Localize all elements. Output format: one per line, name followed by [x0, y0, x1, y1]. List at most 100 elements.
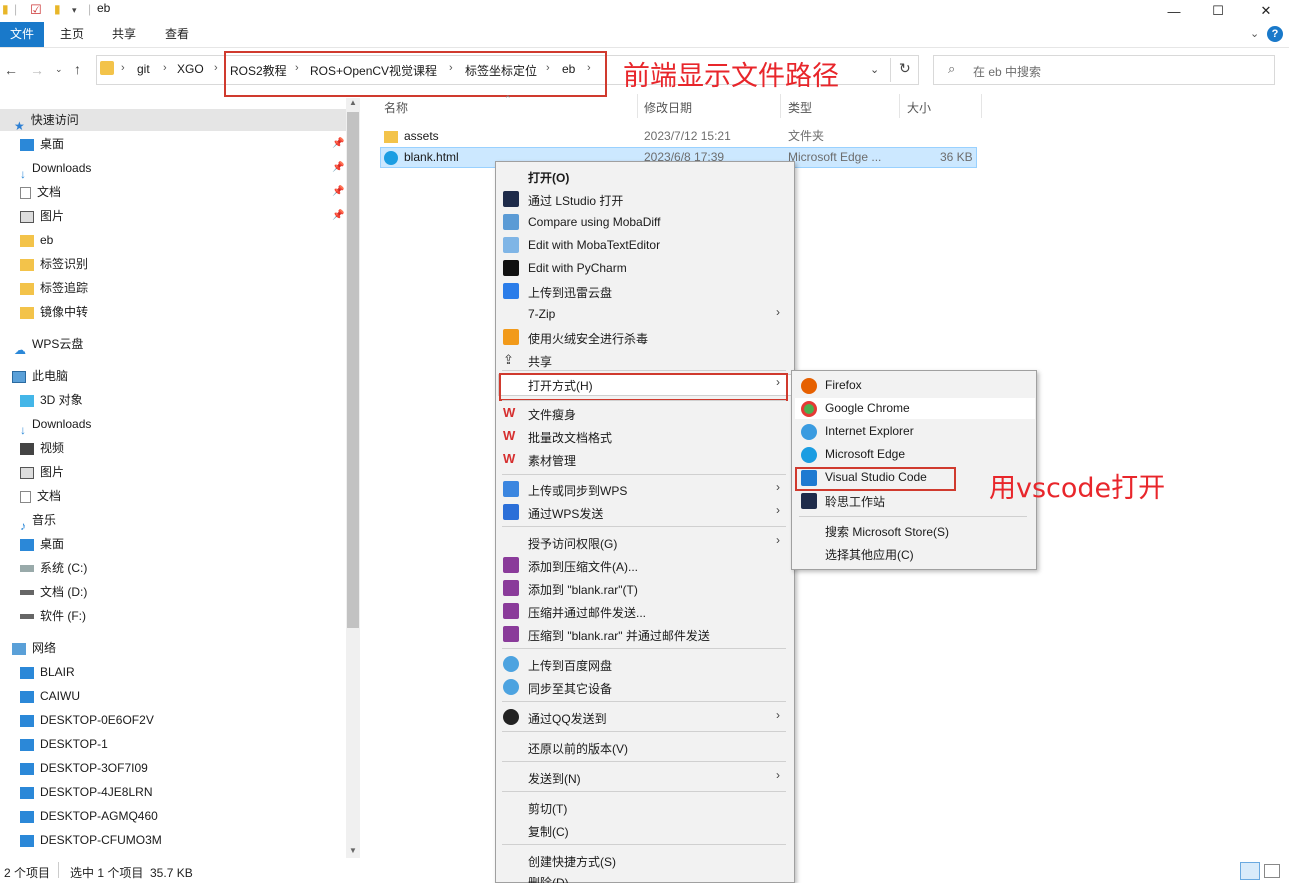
column-size[interactable]: 大小 — [907, 99, 931, 116]
menu-compress-email[interactable]: 压缩并通过邮件发送... — [528, 604, 646, 621]
ribbon-expand-icon[interactable]: ⌄ — [1250, 27, 1259, 40]
nav-item-pictures[interactable]: 图片 — [20, 205, 64, 227]
minimize-button[interactable]: — — [1151, 0, 1197, 22]
nav-this-pc[interactable]: 此电脑 — [12, 365, 68, 387]
nav-item-label-tracking[interactable]: 标签追踪 — [20, 277, 88, 299]
crumb-separator[interactable]: › — [214, 62, 218, 74]
scroll-down-icon[interactable]: ▼ — [349, 846, 357, 855]
crumb-git[interactable]: git — [137, 62, 150, 76]
pin-icon[interactable]: 📌 — [332, 162, 344, 173]
menu-wps-send[interactable]: 通过WPS发送 — [528, 505, 603, 522]
submenu-ie[interactable]: Internet Explorer — [825, 424, 914, 438]
menu-qq-send[interactable]: 通过QQ发送到 — [528, 710, 607, 727]
file-row[interactable]: assets — [384, 126, 439, 146]
menu-sync-devices[interactable]: 同步至其它设备 — [528, 680, 612, 697]
nav-item-label-recognition[interactable]: 标签识别 — [20, 253, 88, 275]
tab-share[interactable]: 共享 — [104, 22, 144, 47]
column-divider[interactable] — [780, 94, 781, 118]
new-folder-icon[interactable]: ▮ — [54, 2, 61, 16]
close-button[interactable]: ✕ — [1243, 0, 1289, 22]
menu-huorong-scan[interactable]: 使用火绒安全进行杀毒 — [528, 330, 648, 347]
menu-compress-rar-email[interactable]: 压缩到 "blank.rar" 并通过邮件发送 — [528, 627, 710, 644]
nav-quick-access[interactable]: ★ 快速访问 — [0, 109, 346, 133]
back-icon[interactable]: ← — [4, 62, 18, 78]
menu-cut[interactable]: 剪切(T) — [528, 800, 567, 817]
maximize-button[interactable]: ☐ — [1195, 0, 1241, 22]
crumb-xgo[interactable]: XGO — [177, 62, 204, 76]
menu-asset-manage[interactable]: 素材管理 — [528, 452, 576, 469]
column-divider[interactable] — [637, 94, 638, 118]
nav-item-pc-downloads[interactable]: ↓ Downloads — [20, 413, 91, 437]
menu-send-to[interactable]: 发送到(N) — [528, 770, 581, 787]
forward-icon[interactable]: → — [30, 62, 44, 78]
nav-item-mirror-relay[interactable]: 镜像中转 — [20, 301, 88, 323]
nav-item-documents[interactable]: 文档 — [20, 181, 61, 203]
nav-item-eb[interactable]: eb — [20, 229, 53, 251]
column-type[interactable]: 类型 — [788, 99, 812, 116]
menu-slim-file[interactable]: 文件瘦身 — [528, 406, 576, 423]
menu-pycharm[interactable]: Edit with PyCharm — [528, 261, 627, 275]
address-dropdown-icon[interactable]: ⌄ — [870, 63, 879, 76]
menu-add-blank-rar[interactable]: 添加到 "blank.rar"(T) — [528, 581, 638, 598]
nav-item-host[interactable]: BLAIR — [20, 661, 75, 683]
pin-icon[interactable]: 📌 — [332, 210, 344, 221]
properties-icon[interactable]: ☑ — [30, 2, 42, 18]
nav-item-music[interactable]: ♪ 音乐 — [20, 509, 56, 533]
menu-share[interactable]: 共享 — [528, 353, 552, 370]
menu-mobatexteditor[interactable]: Edit with MobaTextEditor — [528, 238, 660, 252]
submenu-choose-app[interactable]: 选择其他应用(C) — [825, 546, 914, 563]
column-divider[interactable] — [899, 94, 900, 118]
menu-baidu-upload[interactable]: 上传到百度网盘 — [528, 657, 612, 674]
scroll-up-icon[interactable]: ▲ — [349, 98, 357, 107]
up-icon[interactable]: ↑ — [74, 61, 81, 77]
crumb-separator[interactable]: › — [121, 62, 125, 74]
column-date[interactable]: 修改日期 — [644, 99, 692, 116]
nav-item-videos[interactable]: 视频 — [20, 437, 64, 459]
menu-open[interactable]: 打开(O) — [528, 169, 569, 186]
menu-grant-access[interactable]: 授予访问权限(G) — [528, 535, 617, 552]
nav-item-host[interactable]: DESKTOP-3OF7I09 — [20, 757, 148, 779]
refresh-icon[interactable]: ↻ — [899, 60, 911, 77]
nav-item-downloads[interactable]: ↓ Downloads — [20, 157, 91, 181]
recent-dropdown-icon[interactable]: ⌄ — [55, 64, 63, 75]
pin-icon[interactable]: 📌 — [332, 138, 344, 149]
nav-item-desktop[interactable]: 桌面 — [20, 133, 64, 155]
submenu-chrome[interactable]: Google Chrome — [825, 401, 910, 415]
nav-item-pc-documents[interactable]: 文档 — [20, 485, 61, 507]
help-icon[interactable]: ? — [1267, 26, 1283, 42]
nav-item-drive-d[interactable]: 文档 (D:) — [20, 581, 87, 603]
submenu-firefox[interactable]: Firefox — [825, 378, 862, 392]
nav-item-pc-desktop[interactable]: 桌面 — [20, 533, 64, 555]
pin-icon[interactable]: 📌 — [332, 186, 344, 197]
nav-wps-cloud[interactable]: ☁ WPS云盘 — [14, 333, 83, 357]
search-placeholder[interactable]: 在 eb 中搜索 — [973, 63, 1041, 80]
menu-copy[interactable]: 复制(C) — [528, 823, 569, 840]
quick-access-dropdown-icon[interactable]: ▾ — [72, 5, 77, 16]
column-name[interactable]: 名称 — [384, 99, 408, 116]
nav-item-host[interactable]: DESKTOP-AGMQ460 — [20, 805, 158, 827]
nav-item-drive-c[interactable]: 系统 (C:) — [20, 557, 87, 579]
nav-item-host[interactable]: DESKTOP-0E6OF2V — [20, 709, 154, 731]
large-icons-view-icon[interactable] — [1264, 864, 1280, 878]
menu-batch-convert[interactable]: 批量改文档格式 — [528, 429, 612, 446]
nav-item-host[interactable]: DESKTOP-1 — [20, 733, 108, 755]
submenu-edge[interactable]: Microsoft Edge — [825, 447, 905, 461]
tab-file[interactable]: 文件 — [0, 22, 44, 47]
nav-item-host[interactable]: DESKTOP-4JE8LRN — [20, 781, 152, 803]
crumb-separator[interactable]: › — [163, 62, 167, 74]
details-view-icon[interactable] — [1240, 862, 1260, 880]
submenu-lstudio[interactable]: 聆思工作站 — [825, 493, 885, 510]
nav-item-drive-f[interactable]: 软件 (F:) — [20, 605, 86, 627]
menu-7zip[interactable]: 7-Zip — [528, 307, 555, 321]
nav-item-host[interactable]: CAIWU — [20, 685, 80, 707]
tab-view[interactable]: 查看 — [157, 22, 197, 47]
menu-restore-versions[interactable]: 还原以前的版本(V) — [528, 740, 628, 757]
file-row[interactable]: blank.html — [384, 147, 459, 167]
nav-item-pc-pictures[interactable]: 图片 — [20, 461, 64, 483]
submenu-store-search[interactable]: 搜索 Microsoft Store(S) — [825, 523, 949, 540]
menu-xunlei-upload[interactable]: 上传到迅雷云盘 — [528, 284, 612, 301]
menu-open-lstudio[interactable]: 通过 LStudio 打开 — [528, 192, 623, 209]
nav-network[interactable]: 网络 — [12, 637, 56, 659]
nav-item-host[interactable]: DESKTOP-CFUMO3M — [20, 829, 162, 851]
nav-item-3d-objects[interactable]: 3D 对象 — [20, 389, 83, 411]
